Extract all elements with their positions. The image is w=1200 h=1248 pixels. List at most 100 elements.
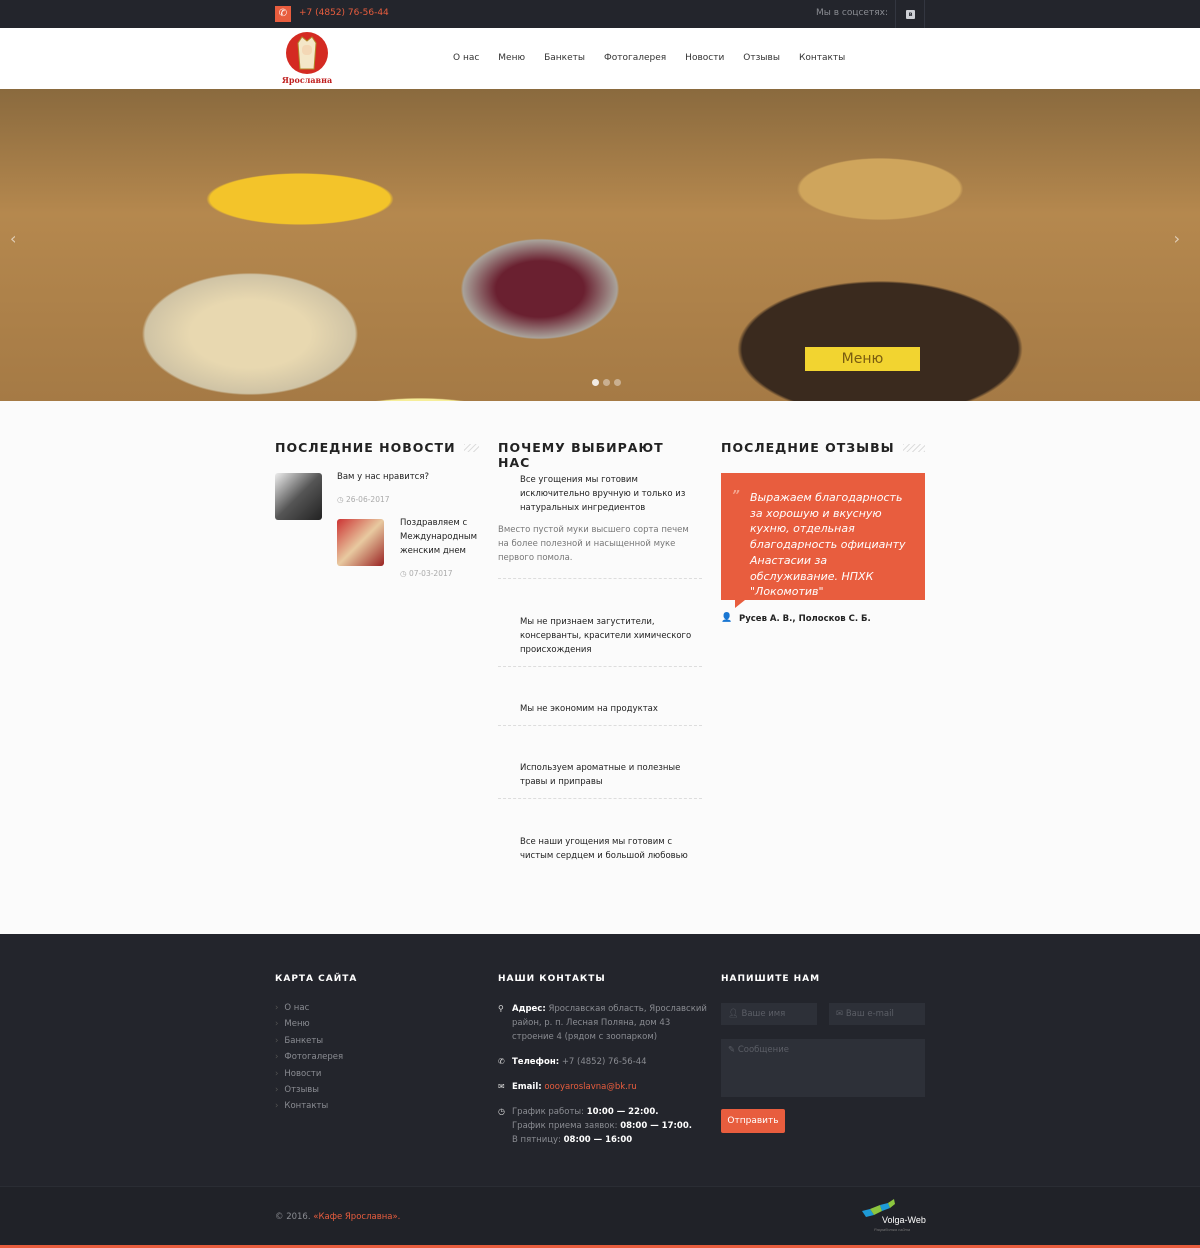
reviews-title: ПОСЛЕДНИЕ ОТЗЫВЫ: [721, 440, 895, 455]
phone-label: Телефон:: [512, 1057, 560, 1067]
hours-label: График работы:: [512, 1107, 584, 1117]
contact-address: ⚲ Адрес: Ярославская область, Ярославский…: [498, 1002, 708, 1044]
divider: [498, 725, 702, 726]
user-icon: 👤: [721, 613, 733, 623]
send-button[interactable]: Отправить: [721, 1109, 785, 1133]
news-thumb[interactable]: [337, 519, 384, 566]
name-input[interactable]: 👤︎ Ваше имя: [721, 1003, 817, 1025]
svg-text:"Ярославна": "Ярославна": [282, 75, 332, 85]
why-heading: ПОЧЕМУ ВЫБИРАЮТ НАС: [498, 440, 702, 470]
divider: [498, 578, 702, 579]
divider: [498, 798, 702, 799]
news-item-title[interactable]: Поздравляем с Международным женским днем: [400, 516, 482, 558]
copyright-link[interactable]: «Кафе Ярославна».: [313, 1212, 400, 1222]
news-date: ◷ 26-06-2017: [337, 495, 390, 504]
contact-hours: ◷ График работы: 10:00 — 22:00. График п…: [498, 1105, 708, 1147]
header: "Ярославна" О нас Меню Банкеты Фотогалер…: [0, 28, 1200, 89]
heading-stripes: [902, 443, 925, 452]
news-title: ПОСЛЕДНИЕ НОВОСТИ: [275, 440, 456, 455]
why-item-title: Мы не экономим на продуктах: [520, 704, 658, 714]
hero-slider: ‹ › Меню: [0, 89, 1200, 401]
address-label: Адрес:: [512, 1004, 546, 1014]
contacts-title: НАШИ КОНТАКТЫ: [498, 974, 606, 984]
why-title: ПОЧЕМУ ВЫБИРАЮТ НАС: [498, 440, 664, 470]
social-label: Мы в соцсетях:: [816, 8, 888, 18]
divider: [498, 666, 702, 667]
hours-value: 08:00 — 16:00: [563, 1135, 633, 1145]
why-item-title: Все наши угощения мы готовим с чистым се…: [520, 837, 688, 861]
quote-icon: ”: [732, 488, 740, 502]
review-bubble: ” Выражаем благодарность за хорошую и вк…: [721, 473, 925, 608]
mail-icon: ✉: [498, 1082, 505, 1091]
phone-value[interactable]: +7 (4852) 76-56-44: [562, 1057, 647, 1067]
slider-dot[interactable]: [603, 379, 610, 386]
why-item-title: Используем ароматные и полезные травы и …: [520, 763, 681, 787]
sitemap-links: О нас Меню Банкеты Фотогалерея Новости О…: [275, 1000, 343, 1115]
why-item: Мы не признаем загустители, консерванты,…: [498, 615, 702, 657]
review-author: Русев А. В., Полосков С. Б.: [739, 614, 871, 624]
svg-text:Разработка сайта: Разработка сайта: [874, 1227, 911, 1232]
volga-web-logo[interactable]: Volga-Web Разработка сайта: [862, 1199, 926, 1235]
mail-icon: ✉: [836, 1009, 846, 1019]
message-textarea[interactable]: ✎ Сообщение: [721, 1039, 925, 1097]
email-placeholder: Ваш e-mail: [845, 1009, 894, 1019]
nav-banquets[interactable]: Банкеты: [544, 53, 585, 63]
bottom-bar: © 2016. «Кафе Ярославна». Volga-Web Разр…: [0, 1186, 1200, 1245]
main-nav: О нас Меню Банкеты Фотогалерея Новости О…: [453, 53, 845, 63]
hours-label: В пятницу:: [512, 1135, 561, 1145]
copyright-year: © 2016.: [275, 1212, 314, 1222]
nav-gallery[interactable]: Фотогалерея: [604, 53, 666, 63]
news-heading: ПОСЛЕДНИЕ НОВОСТИ: [275, 440, 479, 455]
top-bar: ✆ +7 (4852) 76-56-44 Мы в соцсетях: в: [0, 0, 1200, 28]
why-item: Используем ароматные и полезные травы и …: [498, 761, 702, 789]
contact-phone: ✆ Телефон: +7 (4852) 76-56-44: [498, 1055, 708, 1069]
why-item: Мы не экономим на продуктах: [498, 702, 702, 716]
why-item: Все наши угощения мы готовим с чистым се…: [498, 835, 702, 863]
sitemap-link[interactable]: Банкеты: [275, 1033, 343, 1049]
hero-menu-button[interactable]: Меню: [805, 347, 920, 371]
hours-label: График приема заявок:: [512, 1121, 618, 1131]
message-placeholder: Сообщение: [737, 1045, 789, 1055]
email-link[interactable]: oooyaroslavna@bk.ru: [544, 1082, 636, 1092]
sitemap-title: КАРТА САЙТА: [275, 974, 358, 984]
news-item-title[interactable]: Вам у нас нравится?: [337, 470, 429, 484]
slider-dot[interactable]: [614, 379, 621, 386]
why-item-title: Все угощения мы готовим исключительно вр…: [520, 475, 686, 513]
sitemap-link[interactable]: Фотогалерея: [275, 1049, 343, 1065]
sitemap-link[interactable]: Меню: [275, 1016, 343, 1032]
vk-button[interactable]: в: [895, 0, 925, 28]
clock-icon: ◷: [498, 1107, 505, 1116]
nav-menu[interactable]: Меню: [498, 53, 525, 63]
nav-about[interactable]: О нас: [453, 53, 479, 63]
slider-next-icon[interactable]: ›: [1174, 229, 1180, 248]
hours-value: 08:00 — 17:00.: [620, 1121, 692, 1131]
logo[interactable]: "Ярославна": [282, 31, 332, 87]
top-phone[interactable]: +7 (4852) 76-56-44: [299, 8, 389, 18]
form-title: НАПИШИТЕ НАМ: [721, 974, 821, 984]
name-placeholder: Ваше имя: [741, 1009, 786, 1019]
news-date: ◷ 07-03-2017: [400, 569, 453, 578]
copyright: © 2016. «Кафе Ярославна».: [275, 1212, 400, 1222]
nav-contacts[interactable]: Контакты: [799, 53, 845, 63]
heading-stripes: [463, 443, 479, 452]
nav-reviews[interactable]: Отзывы: [743, 53, 780, 63]
why-item-title: Мы не признаем загустители, консерванты,…: [520, 617, 692, 655]
user-icon: 👤︎: [728, 1009, 742, 1019]
svg-text:Volga-Web: Volga-Web: [882, 1215, 926, 1225]
slider-dots: [592, 379, 621, 386]
sitemap-link[interactable]: Отзывы: [275, 1082, 343, 1098]
nav-news[interactable]: Новости: [685, 53, 724, 63]
reviews-heading: ПОСЛЕДНИЕ ОТЗЫВЫ: [721, 440, 925, 455]
sitemap-link[interactable]: О нас: [275, 1000, 343, 1016]
email-label: Email:: [512, 1082, 542, 1092]
slider-prev-icon[interactable]: ‹: [10, 229, 16, 248]
vk-icon: в: [906, 10, 915, 19]
slider-dot[interactable]: [592, 379, 599, 386]
news-thumb[interactable]: [275, 473, 322, 520]
email-input[interactable]: ✉ Ваш e-mail: [829, 1003, 925, 1025]
contact-email: ✉ Email: oooyaroslavna@bk.ru: [498, 1080, 708, 1094]
sitemap-link[interactable]: Новости: [275, 1066, 343, 1082]
why-item-text: Вместо пустой муки высшего сорта печем н…: [498, 525, 689, 563]
hours-value: 10:00 — 22:00.: [586, 1107, 659, 1117]
sitemap-link[interactable]: Контакты: [275, 1098, 343, 1114]
